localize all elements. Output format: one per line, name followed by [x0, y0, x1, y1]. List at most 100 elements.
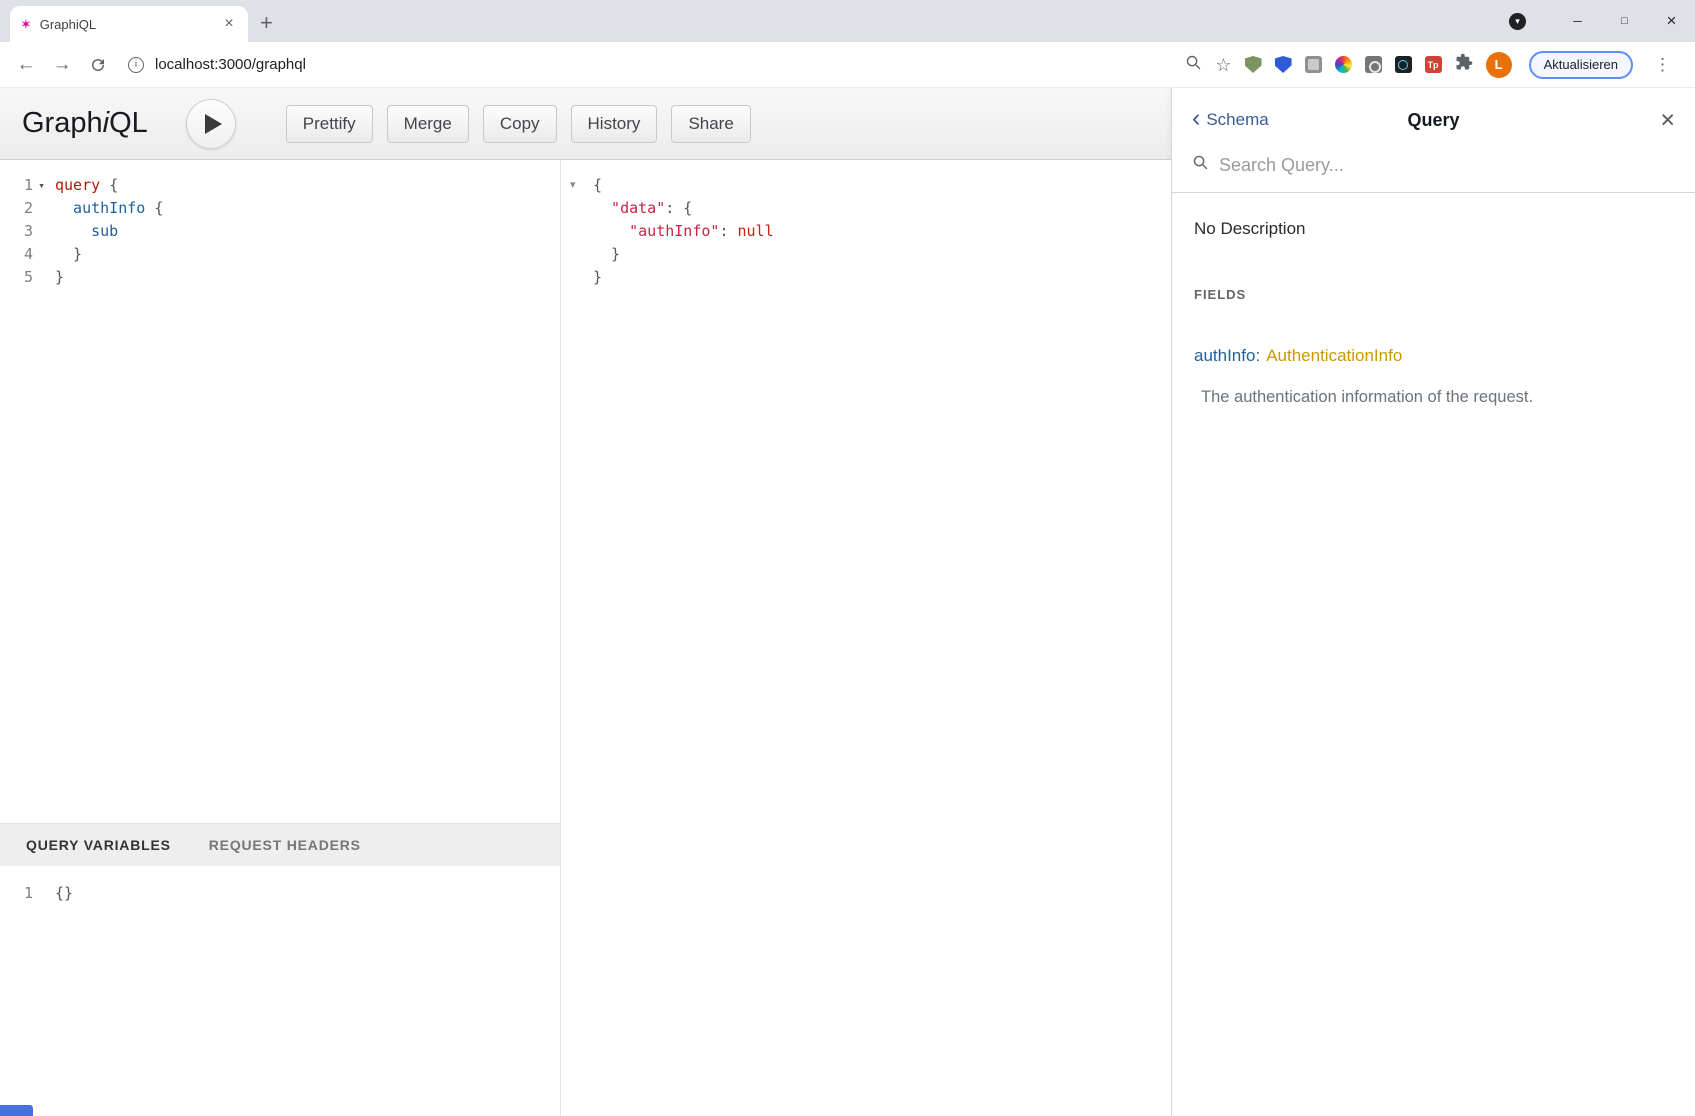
- window-minimize-button[interactable]: ─: [1554, 0, 1601, 42]
- gray-extension-icon[interactable]: [1305, 56, 1322, 73]
- code-line[interactable]: "authInfo": null: [561, 220, 1171, 243]
- code-line[interactable]: 2 authInfo {: [0, 197, 560, 220]
- no-description-text: No Description: [1194, 219, 1673, 239]
- code-line[interactable]: {: [561, 174, 1171, 197]
- docs-back-label: Schema: [1206, 110, 1268, 130]
- docs-back-link[interactable]: ‹ Schema: [1192, 109, 1300, 131]
- tab-request-headers[interactable]: REQUEST HEADERS: [209, 837, 361, 853]
- line-number: 3: [3, 220, 33, 243]
- execute-query-button[interactable]: [186, 99, 236, 149]
- code-text: }: [588, 266, 602, 289]
- forward-icon[interactable]: →: [46, 49, 78, 81]
- line-number: 4: [3, 243, 33, 266]
- code-line[interactable]: 1▾query {: [0, 174, 560, 197]
- docs-body: No Description FIELDS authInfo: Authentic…: [1172, 193, 1695, 433]
- query-pane: 1▾query {2 authInfo {3 sub4 }5} QUERY VA…: [0, 160, 561, 1116]
- code-text: {: [588, 174, 602, 197]
- code-line[interactable]: }: [561, 243, 1171, 266]
- share-button[interactable]: Share: [671, 105, 750, 143]
- docs-search-row: [1172, 152, 1695, 193]
- tab-title: GraphiQL: [40, 17, 212, 32]
- copy-button[interactable]: Copy: [483, 105, 557, 143]
- docs-header: ‹ Schema Query ×: [1172, 88, 1695, 152]
- code-line[interactable]: 5}: [0, 266, 560, 289]
- browser-tab[interactable]: ✶ GraphiQL ×: [10, 6, 248, 42]
- reload-icon[interactable]: [82, 49, 114, 81]
- result-pane[interactable]: ▾ { "data": { "authInfo": null }}: [561, 160, 1171, 1116]
- editor-gutter: 1▾: [0, 174, 50, 197]
- chevron-left-icon: ‹: [1192, 106, 1200, 131]
- atom-extension-icon[interactable]: [1395, 56, 1412, 73]
- editor-gutter: 1: [0, 882, 50, 905]
- field-colon: :: [1255, 346, 1260, 365]
- editor-gutter: 3: [0, 220, 50, 243]
- editor-gutter: 2: [0, 197, 50, 220]
- fields-header: FIELDS: [1194, 287, 1673, 302]
- window-maximize-button[interactable]: □: [1601, 0, 1648, 42]
- prettify-button[interactable]: Prettify: [286, 105, 373, 143]
- extensions-puzzle-icon[interactable]: [1455, 53, 1473, 76]
- history-button[interactable]: History: [571, 105, 658, 143]
- docs-search-input[interactable]: [1219, 155, 1675, 176]
- editor-gutter: 5: [0, 266, 50, 289]
- shield-blue-extension-icon[interactable]: [1275, 56, 1292, 73]
- code-text: authInfo {: [50, 197, 163, 220]
- play-icon: [205, 114, 222, 134]
- code-text: query {: [50, 174, 118, 197]
- code-line[interactable]: 1 {}: [0, 882, 560, 905]
- browser-chrome: ✶ GraphiQL × + ▾ ─ □ × ← → i localhost:3…: [0, 0, 1695, 88]
- tab-close-icon[interactable]: ×: [220, 15, 238, 33]
- fold-spacer: [33, 197, 50, 220]
- site-info-icon[interactable]: i: [128, 57, 144, 73]
- code-text: {}: [50, 882, 73, 905]
- camera-extension-icon[interactable]: [1365, 56, 1382, 73]
- fold-spacer: [33, 266, 50, 289]
- code-line[interactable]: }: [561, 266, 1171, 289]
- field-name-link[interactable]: authInfo: [1194, 346, 1255, 365]
- docs-title: Query: [1300, 110, 1567, 131]
- query-editor[interactable]: 1▾query {2 authInfo {3 sub4 }5}: [0, 160, 560, 823]
- variables-tab-bar: QUERY VARIABLES REQUEST HEADERS: [0, 823, 560, 866]
- code-text: "authInfo": null: [588, 220, 774, 243]
- app-logo: GraphiQL: [22, 107, 148, 140]
- merge-button[interactable]: Merge: [387, 105, 469, 143]
- chrome-status-icon[interactable]: ▾: [1509, 13, 1526, 30]
- url-text: localhost:3000/graphql: [155, 56, 306, 73]
- fold-arrow-icon[interactable]: ▾: [570, 178, 576, 191]
- menu-kebab-icon[interactable]: ⋮: [1646, 55, 1679, 75]
- address-bar[interactable]: i localhost:3000/graphql: [118, 48, 1181, 82]
- graphql-favicon-icon: ✶: [20, 17, 32, 31]
- fold-spacer: [33, 220, 50, 243]
- bookmark-star-icon[interactable]: ☆: [1215, 56, 1231, 74]
- zoom-icon[interactable]: [1185, 54, 1202, 76]
- variables-editor[interactable]: 1 {}: [0, 866, 560, 1116]
- shield-green-extension-icon[interactable]: [1245, 56, 1262, 73]
- line-number: 2: [3, 197, 33, 220]
- field-type-link[interactable]: AuthenticationInfo: [1266, 346, 1402, 365]
- code-line[interactable]: "data": {: [561, 197, 1171, 220]
- code-line[interactable]: 3 sub: [0, 220, 560, 243]
- new-tab-button[interactable]: +: [260, 12, 273, 34]
- docs-panel: ‹ Schema Query × No Description FIELDS a…: [1171, 88, 1695, 1116]
- code-text: }: [588, 243, 620, 266]
- code-text: }: [50, 243, 82, 266]
- tab-query-variables[interactable]: QUERY VARIABLES: [26, 837, 171, 853]
- address-bar-row: ← → i localhost:3000/graphql ☆ Tp L Aktu: [0, 42, 1695, 88]
- line-number: 1: [3, 174, 33, 197]
- code-text: sub: [50, 220, 118, 243]
- line-number: 1: [3, 882, 33, 905]
- code-text: "data": {: [588, 197, 692, 220]
- close-icon[interactable]: ×: [1567, 108, 1675, 133]
- colorwheel-extension-icon[interactable]: [1335, 56, 1352, 73]
- window-close-button[interactable]: ×: [1648, 0, 1695, 42]
- line-number: 5: [3, 266, 33, 289]
- fold-arrow-icon[interactable]: ▾: [33, 174, 50, 197]
- back-icon[interactable]: ←: [10, 49, 42, 81]
- profile-avatar[interactable]: L: [1486, 52, 1512, 78]
- fold-spacer: [33, 243, 50, 266]
- refresh-page-button[interactable]: Aktualisieren: [1529, 51, 1633, 79]
- code-line[interactable]: 4 }: [0, 243, 560, 266]
- graphiql-toolbar: GraphiQL Prettify Merge Copy History Sha…: [0, 88, 1171, 160]
- tampermonkey-extension-icon[interactable]: Tp: [1425, 56, 1442, 73]
- field-authinfo: authInfo: AuthenticationInfo: [1194, 346, 1673, 366]
